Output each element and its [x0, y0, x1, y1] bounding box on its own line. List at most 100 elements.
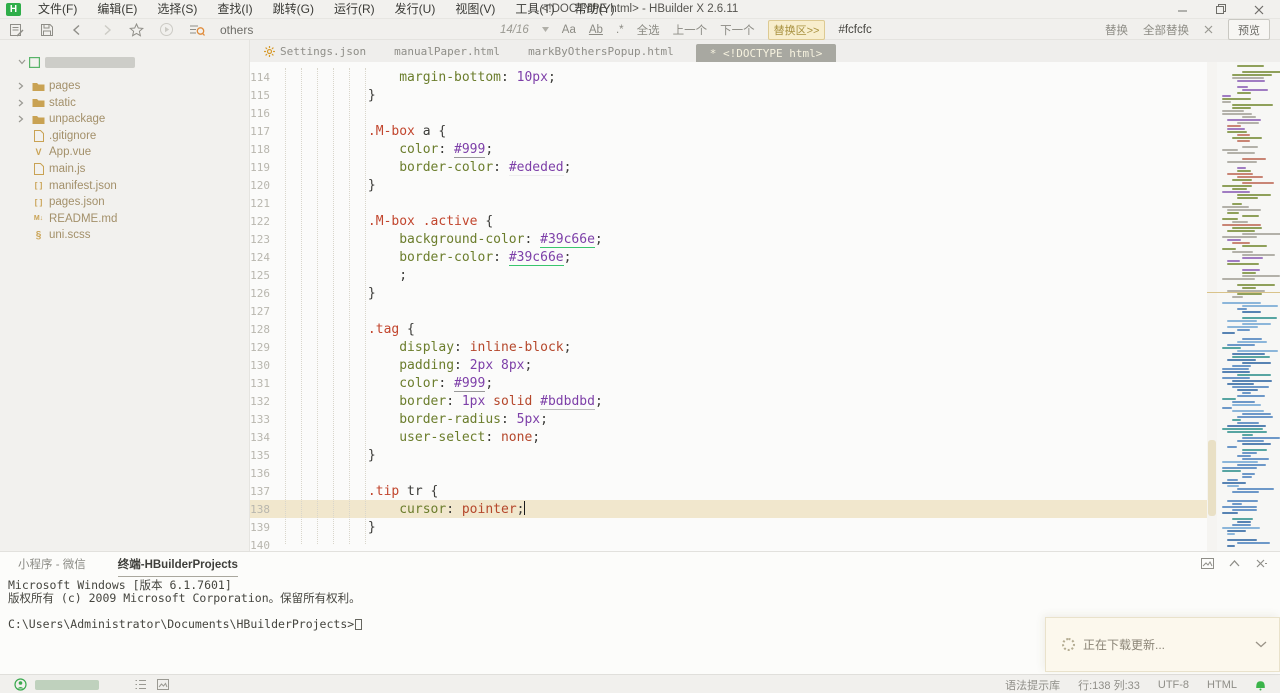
sidebar-item-readme-md[interactable]: M↓README.md — [0, 211, 250, 227]
restore-button[interactable] — [1214, 3, 1228, 17]
scrollbar-thumb[interactable] — [1208, 440, 1216, 516]
code-line-122[interactable]: 122 .M-box .active { — [250, 212, 1207, 230]
sidebar-item-unpackage[interactable]: unpackage — [0, 111, 250, 127]
find-history-chevron-icon[interactable] — [542, 27, 549, 32]
bell-icon[interactable] — [1255, 679, 1266, 691]
code-line-129[interactable]: 129 display: inline-block; — [250, 338, 1207, 356]
terminal-output[interactable]: Microsoft Windows [版本 6.1.7601]版权所有 (c) … — [8, 579, 362, 631]
forward-icon[interactable] — [98, 21, 115, 38]
syntax-library-status[interactable]: 语法提示库 — [1005, 677, 1060, 693]
code-line-140[interactable]: 140 — [250, 536, 1207, 551]
whole-word-toggle[interactable]: Ab — [589, 24, 603, 36]
project-root-item[interactable] — [0, 54, 250, 70]
find-prev-button[interactable]: 上一个 — [673, 22, 708, 38]
screenshot-icon[interactable] — [1201, 557, 1214, 570]
panel-tab-miniprogram[interactable]: 小程序 - 微信 — [18, 556, 86, 577]
code-line-116[interactable]: 116 — [250, 104, 1207, 122]
code-line-125[interactable]: 125 ; — [250, 266, 1207, 284]
find-next-button[interactable]: 下一个 — [720, 22, 755, 38]
account-icon[interactable] — [14, 678, 27, 691]
menu-item[interactable]: 编辑(E) — [87, 0, 147, 19]
minimap[interactable] — [1217, 62, 1280, 551]
new-file-icon[interactable] — [8, 21, 25, 38]
sidebar-item-main-js[interactable]: main.js — [0, 161, 250, 177]
chevron-right-icon[interactable] — [18, 82, 28, 90]
find-in-files-icon[interactable] — [188, 21, 205, 38]
menu-item[interactable]: 发行(U) — [385, 0, 446, 19]
sidebar-item-manifest-json[interactable]: [ ]manifest.json — [0, 178, 250, 194]
chevron-right-icon[interactable] — [18, 115, 28, 123]
image-preview-icon[interactable] — [157, 679, 169, 690]
encoding-status[interactable]: UTF-8 — [1158, 679, 1189, 691]
chevron-down-icon[interactable] — [1255, 641, 1267, 648]
replace-zone-button[interactable]: 替换区>> — [768, 20, 826, 40]
menu-item[interactable]: 帮助(Y) — [565, 0, 625, 19]
editor-scrollbar[interactable] — [1207, 62, 1217, 551]
tab-manualpaper-html[interactable]: manualPaper.html — [380, 40, 514, 62]
close-button[interactable] — [1252, 3, 1266, 17]
chevron-down-icon[interactable] — [18, 59, 28, 65]
terminal-prompt[interactable]: C:\Users\Administrator\Documents\HBuilde… — [8, 618, 362, 631]
code-line-128[interactable]: 128 .tag { — [250, 320, 1207, 338]
code-line-118[interactable]: 118 color: #999; — [250, 140, 1207, 158]
chevron-right-icon[interactable] — [18, 99, 28, 107]
code-line-139[interactable]: 139 } — [250, 518, 1207, 536]
sidebar-item-pages[interactable]: pages — [0, 78, 250, 94]
sidebar-item-static[interactable]: static — [0, 95, 250, 111]
code-line-136[interactable]: 136 — [250, 464, 1207, 482]
menu-item[interactable]: 跳转(G) — [263, 0, 324, 19]
sidebar-item-pages-json[interactable]: [ ]pages.json — [0, 194, 250, 210]
code-line-119[interactable]: 119 border-color: #ededed; — [250, 158, 1207, 176]
code-line-134[interactable]: 134 user-select: none; — [250, 428, 1207, 446]
code-line-126[interactable]: 126 } — [250, 284, 1207, 302]
search-scope-label[interactable]: others — [220, 23, 253, 37]
code-line-120[interactable]: 120 } — [250, 176, 1207, 194]
menu-item[interactable]: 运行(R) — [324, 0, 385, 19]
tab--doctype-html-[interactable]: * <!DOCTYPE html> — [696, 44, 837, 62]
code-line-123[interactable]: 123 background-color: #39c66e; — [250, 230, 1207, 248]
menu-item[interactable]: 选择(S) — [147, 0, 207, 19]
run-icon[interactable] — [158, 21, 175, 38]
sidebar-item-app-vue[interactable]: VApp.vue — [0, 144, 250, 160]
menu-item[interactable]: 工具(T) — [505, 0, 564, 19]
update-notification[interactable]: 正在下载更新... — [1045, 617, 1280, 672]
code-line-121[interactable]: 121 — [250, 194, 1207, 212]
close-panel-icon[interactable] — [1255, 557, 1268, 570]
code-line-115[interactable]: 115 } — [250, 86, 1207, 104]
replace-all-button[interactable]: 全部替换 — [1143, 22, 1189, 38]
menu-item[interactable]: 视图(V) — [445, 0, 505, 19]
menu-item[interactable]: 查找(I) — [207, 0, 262, 19]
tab-settings-json[interactable]: Settings.json — [250, 40, 380, 62]
code-line-132[interactable]: 132 border: 1px solid #bdbdbd; — [250, 392, 1207, 410]
match-case-toggle[interactable]: Aa — [562, 24, 576, 36]
code-line-117[interactable]: 117 .M-box a { — [250, 122, 1207, 140]
sidebar-item-uni-scss[interactable]: §uni.scss — [0, 227, 250, 243]
code-line-114[interactable]: 114 margin-bottom: 10px; — [250, 68, 1207, 86]
replace-button[interactable]: 替换 — [1105, 22, 1128, 38]
tab-markbyotherspopup-html[interactable]: markByOthersPopup.html — [514, 40, 688, 62]
save-icon[interactable] — [38, 21, 55, 38]
back-icon[interactable] — [68, 21, 85, 38]
code-line-130[interactable]: 130 padding: 2px 8px; — [250, 356, 1207, 374]
collapse-panel-icon[interactable] — [1228, 557, 1241, 570]
code-line-127[interactable]: 127 — [250, 302, 1207, 320]
code-line-138[interactable]: 138 cursor: pointer; — [250, 500, 1207, 518]
code-line-131[interactable]: 131 color: #999; — [250, 374, 1207, 392]
outline-icon[interactable] — [135, 679, 147, 690]
code-line-133[interactable]: 133 border-radius: 5px; — [250, 410, 1207, 428]
code-line-135[interactable]: 135 } — [250, 446, 1207, 464]
bookmark-star-icon[interactable] — [128, 21, 145, 38]
menu-item[interactable]: 文件(F) — [28, 0, 87, 19]
code-line-137[interactable]: 137 .tip tr { — [250, 482, 1207, 500]
sidebar-item--gitignore[interactable]: .gitignore — [0, 128, 250, 144]
regex-toggle[interactable]: .* — [616, 24, 624, 36]
close-find-icon[interactable] — [1204, 25, 1213, 34]
code-line-124[interactable]: 124 border-color: #39c66e; — [250, 248, 1207, 266]
preview-button[interactable]: 预览 — [1228, 19, 1270, 40]
minimize-button[interactable] — [1176, 3, 1190, 17]
filetype-status[interactable]: HTML — [1207, 679, 1237, 691]
select-all-button[interactable]: 全选 — [637, 22, 660, 38]
cursor-position-status[interactable]: 行:138 列:33 — [1078, 677, 1140, 693]
search-query-input[interactable]: #fcfcfc — [838, 24, 871, 36]
code-editor[interactable]: 114 margin-bottom: 10px;115 }116117 .M-b… — [250, 62, 1207, 551]
